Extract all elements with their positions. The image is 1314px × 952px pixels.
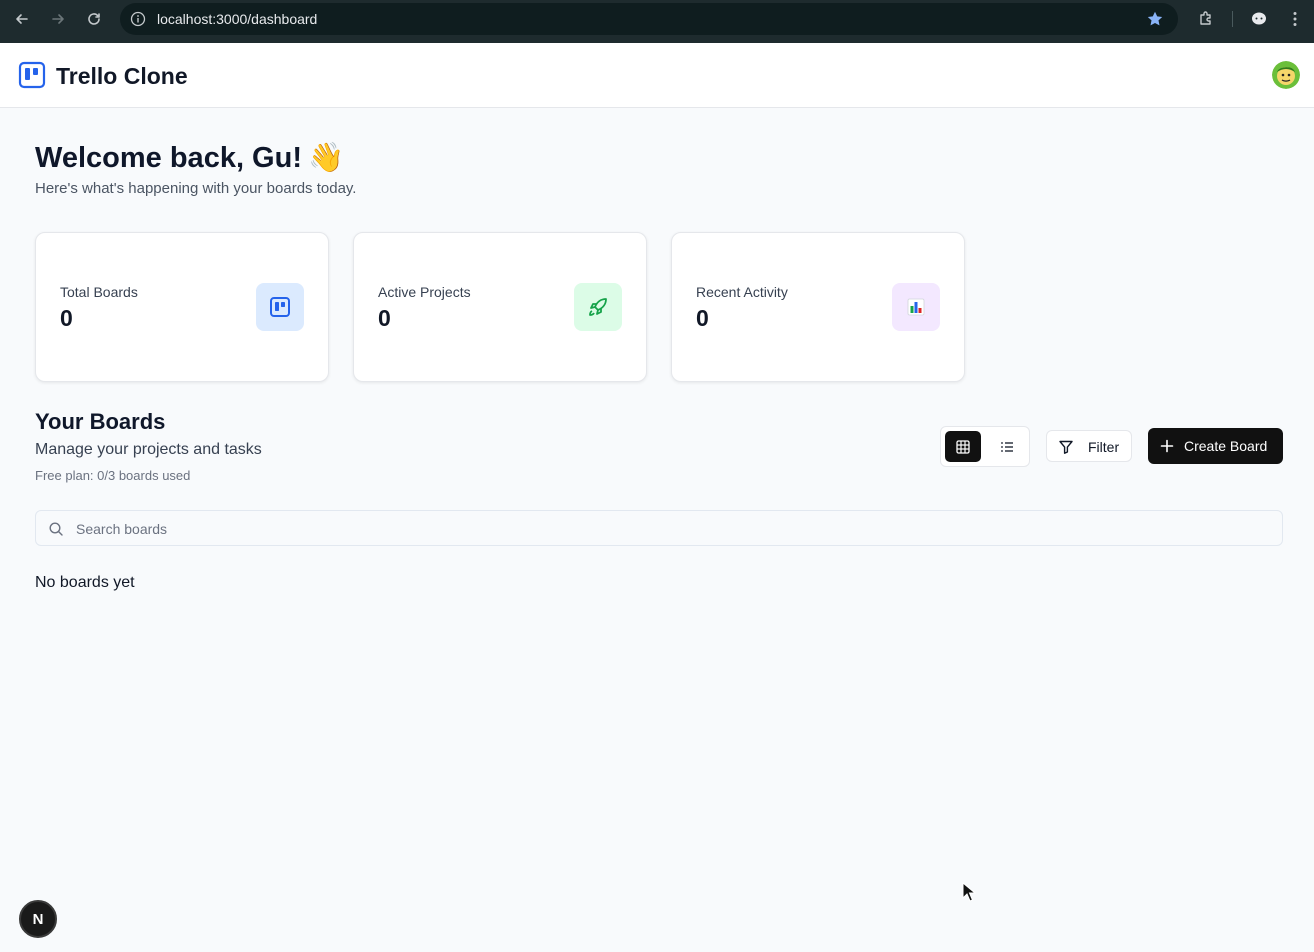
stat-card-total-boards: Total Boards 0 <box>35 232 329 382</box>
forward-icon[interactable] <box>46 7 70 31</box>
boards-heading: Your Boards <box>35 409 166 434</box>
reload-icon[interactable] <box>82 7 106 31</box>
welcome-text: Welcome back, Gu! <box>35 142 302 174</box>
filter-button[interactable]: Filter <box>1046 430 1132 462</box>
user-avatar[interactable] <box>1272 61 1300 89</box>
browser-toolbar: localhost:3000/dashboard <box>0 0 1314 43</box>
bookmark-star-icon[interactable] <box>1146 10 1164 28</box>
site-info-icon[interactable] <box>130 11 146 27</box>
address-bar[interactable]: localhost:3000/dashboard <box>120 3 1178 35</box>
list-view-button[interactable] <box>989 431 1025 462</box>
back-icon[interactable] <box>10 7 34 31</box>
extensions-icon[interactable] <box>1195 8 1217 30</box>
toolbar-divider <box>1232 11 1233 27</box>
profile-chat-icon[interactable] <box>1248 8 1270 30</box>
stat-label: Recent Activity <box>696 284 788 300</box>
wave-emoji: 👋 <box>308 142 345 174</box>
app-header: Trello Clone <box>0 43 1314 108</box>
stat-value: 0 <box>378 305 391 331</box>
trello-board-icon <box>256 283 304 331</box>
view-mode-toggle <box>940 426 1030 467</box>
grid-view-button[interactable] <box>945 431 981 462</box>
app-title[interactable]: Trello Clone <box>56 63 188 90</box>
stat-label: Total Boards <box>60 284 138 300</box>
plan-usage-text: Free plan: 0/3 boards used <box>35 468 191 483</box>
search-icon <box>48 521 64 537</box>
plus-icon <box>1160 439 1174 453</box>
create-board-label: Create Board <box>1184 438 1268 454</box>
search-field <box>35 510 1283 546</box>
grid-icon <box>956 439 970 454</box>
bar-chart-icon <box>892 283 940 331</box>
url-text: localhost:3000/dashboard <box>157 11 318 27</box>
stat-value: 0 <box>696 305 709 331</box>
list-icon <box>1001 441 1013 452</box>
stat-card-recent-activity: Recent Activity 0 <box>671 232 965 382</box>
filter-label: Filter <box>1088 439 1120 455</box>
stat-card-active-projects: Active Projects 0 <box>353 232 647 382</box>
boards-subtitle: Manage your projects and tasks <box>35 441 262 458</box>
browser-menu-icon[interactable] <box>1284 8 1306 30</box>
stat-value: 0 <box>60 305 73 331</box>
mouse-cursor-icon <box>962 881 977 902</box>
stat-label: Active Projects <box>378 284 471 300</box>
welcome-subtitle: Here's what's happening with your boards… <box>35 180 357 197</box>
search-boards-input[interactable] <box>76 518 1266 540</box>
create-board-button[interactable]: Create Board <box>1148 428 1283 464</box>
empty-state-text: No boards yet <box>35 574 135 591</box>
welcome-heading: Welcome back, Gu! 👋 <box>35 141 344 175</box>
filter-icon <box>1058 439 1074 455</box>
trello-logo-icon[interactable] <box>18 61 46 89</box>
rocket-icon <box>574 283 622 331</box>
nextjs-dev-badge[interactable]: N <box>19 900 57 938</box>
